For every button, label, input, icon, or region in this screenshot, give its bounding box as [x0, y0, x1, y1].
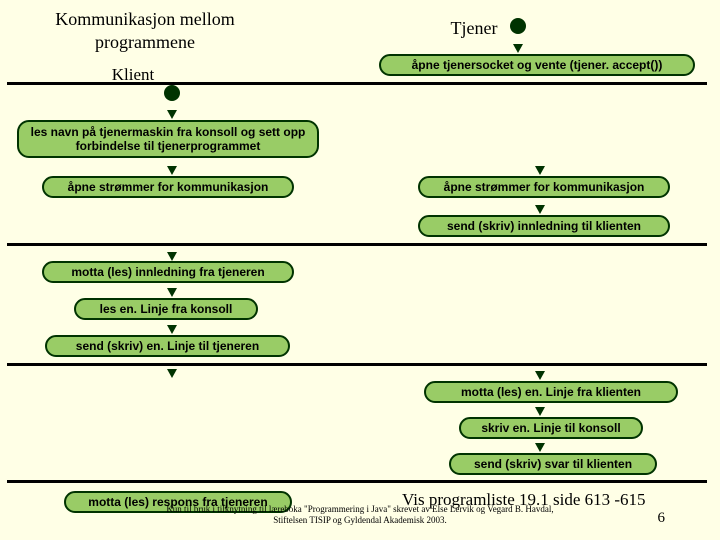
- client-start-dot: [164, 85, 180, 101]
- arrow-icon: [167, 288, 177, 297]
- server-start-dot: [510, 18, 526, 34]
- divider: [7, 82, 707, 85]
- arrow-icon: [535, 443, 545, 452]
- step-server-open-socket: åpne tjenersocket og vente (tjener. acce…: [379, 54, 695, 76]
- server-column-title: Tjener: [444, 18, 504, 39]
- arrow-icon: [535, 371, 545, 380]
- divider: [7, 243, 707, 246]
- divider: [7, 480, 707, 483]
- step-server-recv-line: motta (les) en. Linje fra klienten: [424, 381, 678, 403]
- arrow-icon: [167, 166, 177, 175]
- arrow-icon: [167, 369, 177, 378]
- step-server-write-console: skriv en. Linje til konsoll: [459, 417, 643, 439]
- step-client-read-name: les navn på tjenermaskin fra konsoll og …: [17, 120, 319, 158]
- divider: [7, 363, 707, 366]
- step-client-send-line: send (skriv) en. Linje til tjeneren: [45, 335, 290, 357]
- arrow-icon: [535, 166, 545, 175]
- arrow-icon: [513, 44, 523, 53]
- arrow-icon: [167, 325, 177, 334]
- step-server-send-intro: send (skriv) innledning til klienten: [418, 215, 670, 237]
- step-client-recv-intro: motta (les) innledning fra tjeneren: [42, 261, 294, 283]
- arrow-icon: [535, 407, 545, 416]
- arrow-icon: [167, 110, 177, 119]
- main-title: Kommunikasjon mellom programmene: [15, 8, 275, 55]
- step-server-send-resp: send (skriv) svar til klienten: [449, 453, 657, 475]
- step-server-open-streams: åpne strømmer for kommunikasjon: [418, 176, 670, 198]
- footer-citation: Kun til bruk i tilknytning til læreboka …: [150, 504, 570, 527]
- arrow-icon: [167, 252, 177, 261]
- step-client-open-streams: åpne strømmer for kommunikasjon: [42, 176, 294, 198]
- step-client-read-line: les en. Linje fra konsoll: [74, 298, 258, 320]
- arrow-icon: [535, 205, 545, 214]
- page-number: 6: [658, 510, 666, 527]
